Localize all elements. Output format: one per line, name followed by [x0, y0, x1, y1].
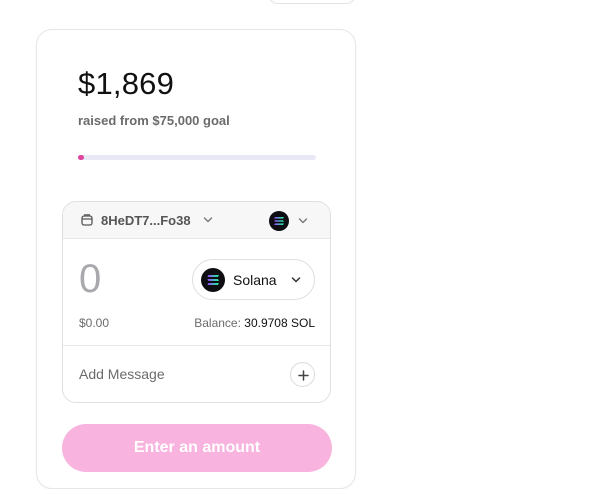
plus-icon	[298, 370, 309, 381]
balance: Balance: 30.9708 SOL	[194, 316, 315, 330]
submit-button[interactable]: Enter an amount	[62, 424, 332, 472]
solana-icon	[201, 268, 225, 292]
chevron-down-icon[interactable]	[201, 213, 215, 227]
raised-amount: $1,869	[78, 66, 175, 101]
add-message-button[interactable]	[290, 362, 315, 387]
donation-card: $1,869 raised from $75,000 goal 8HeDT7..…	[36, 29, 356, 489]
balance-label: Balance:	[194, 316, 241, 330]
solana-icon	[269, 211, 289, 231]
network-selector[interactable]	[269, 210, 311, 232]
amount-input[interactable]: 0	[79, 252, 101, 306]
message-placeholder[interactable]: Add Message	[79, 366, 165, 382]
token-selector[interactable]: Solana	[192, 259, 315, 300]
payment-box: 8HeDT7...Fo38 0 Solana $0.00 Balance: 30…	[62, 201, 331, 403]
top-pill-button[interactable]	[268, 0, 356, 4]
wallet-selector[interactable]: 8HeDT7...Fo38	[63, 202, 330, 239]
raised-caption: raised from $75,000 goal	[78, 113, 230, 128]
wallet-address: 8HeDT7...Fo38	[101, 213, 191, 228]
chevron-down-icon	[289, 273, 303, 287]
message-field[interactable]: Add Message	[63, 346, 330, 402]
wallet-icon	[80, 213, 94, 227]
balance-value: 30.9708 SOL	[244, 316, 315, 330]
progress-bar	[78, 155, 316, 160]
token-name: Solana	[233, 272, 277, 288]
usd-value: $0.00	[79, 316, 110, 330]
progress-fill	[78, 155, 84, 160]
chevron-down-icon	[296, 214, 310, 228]
